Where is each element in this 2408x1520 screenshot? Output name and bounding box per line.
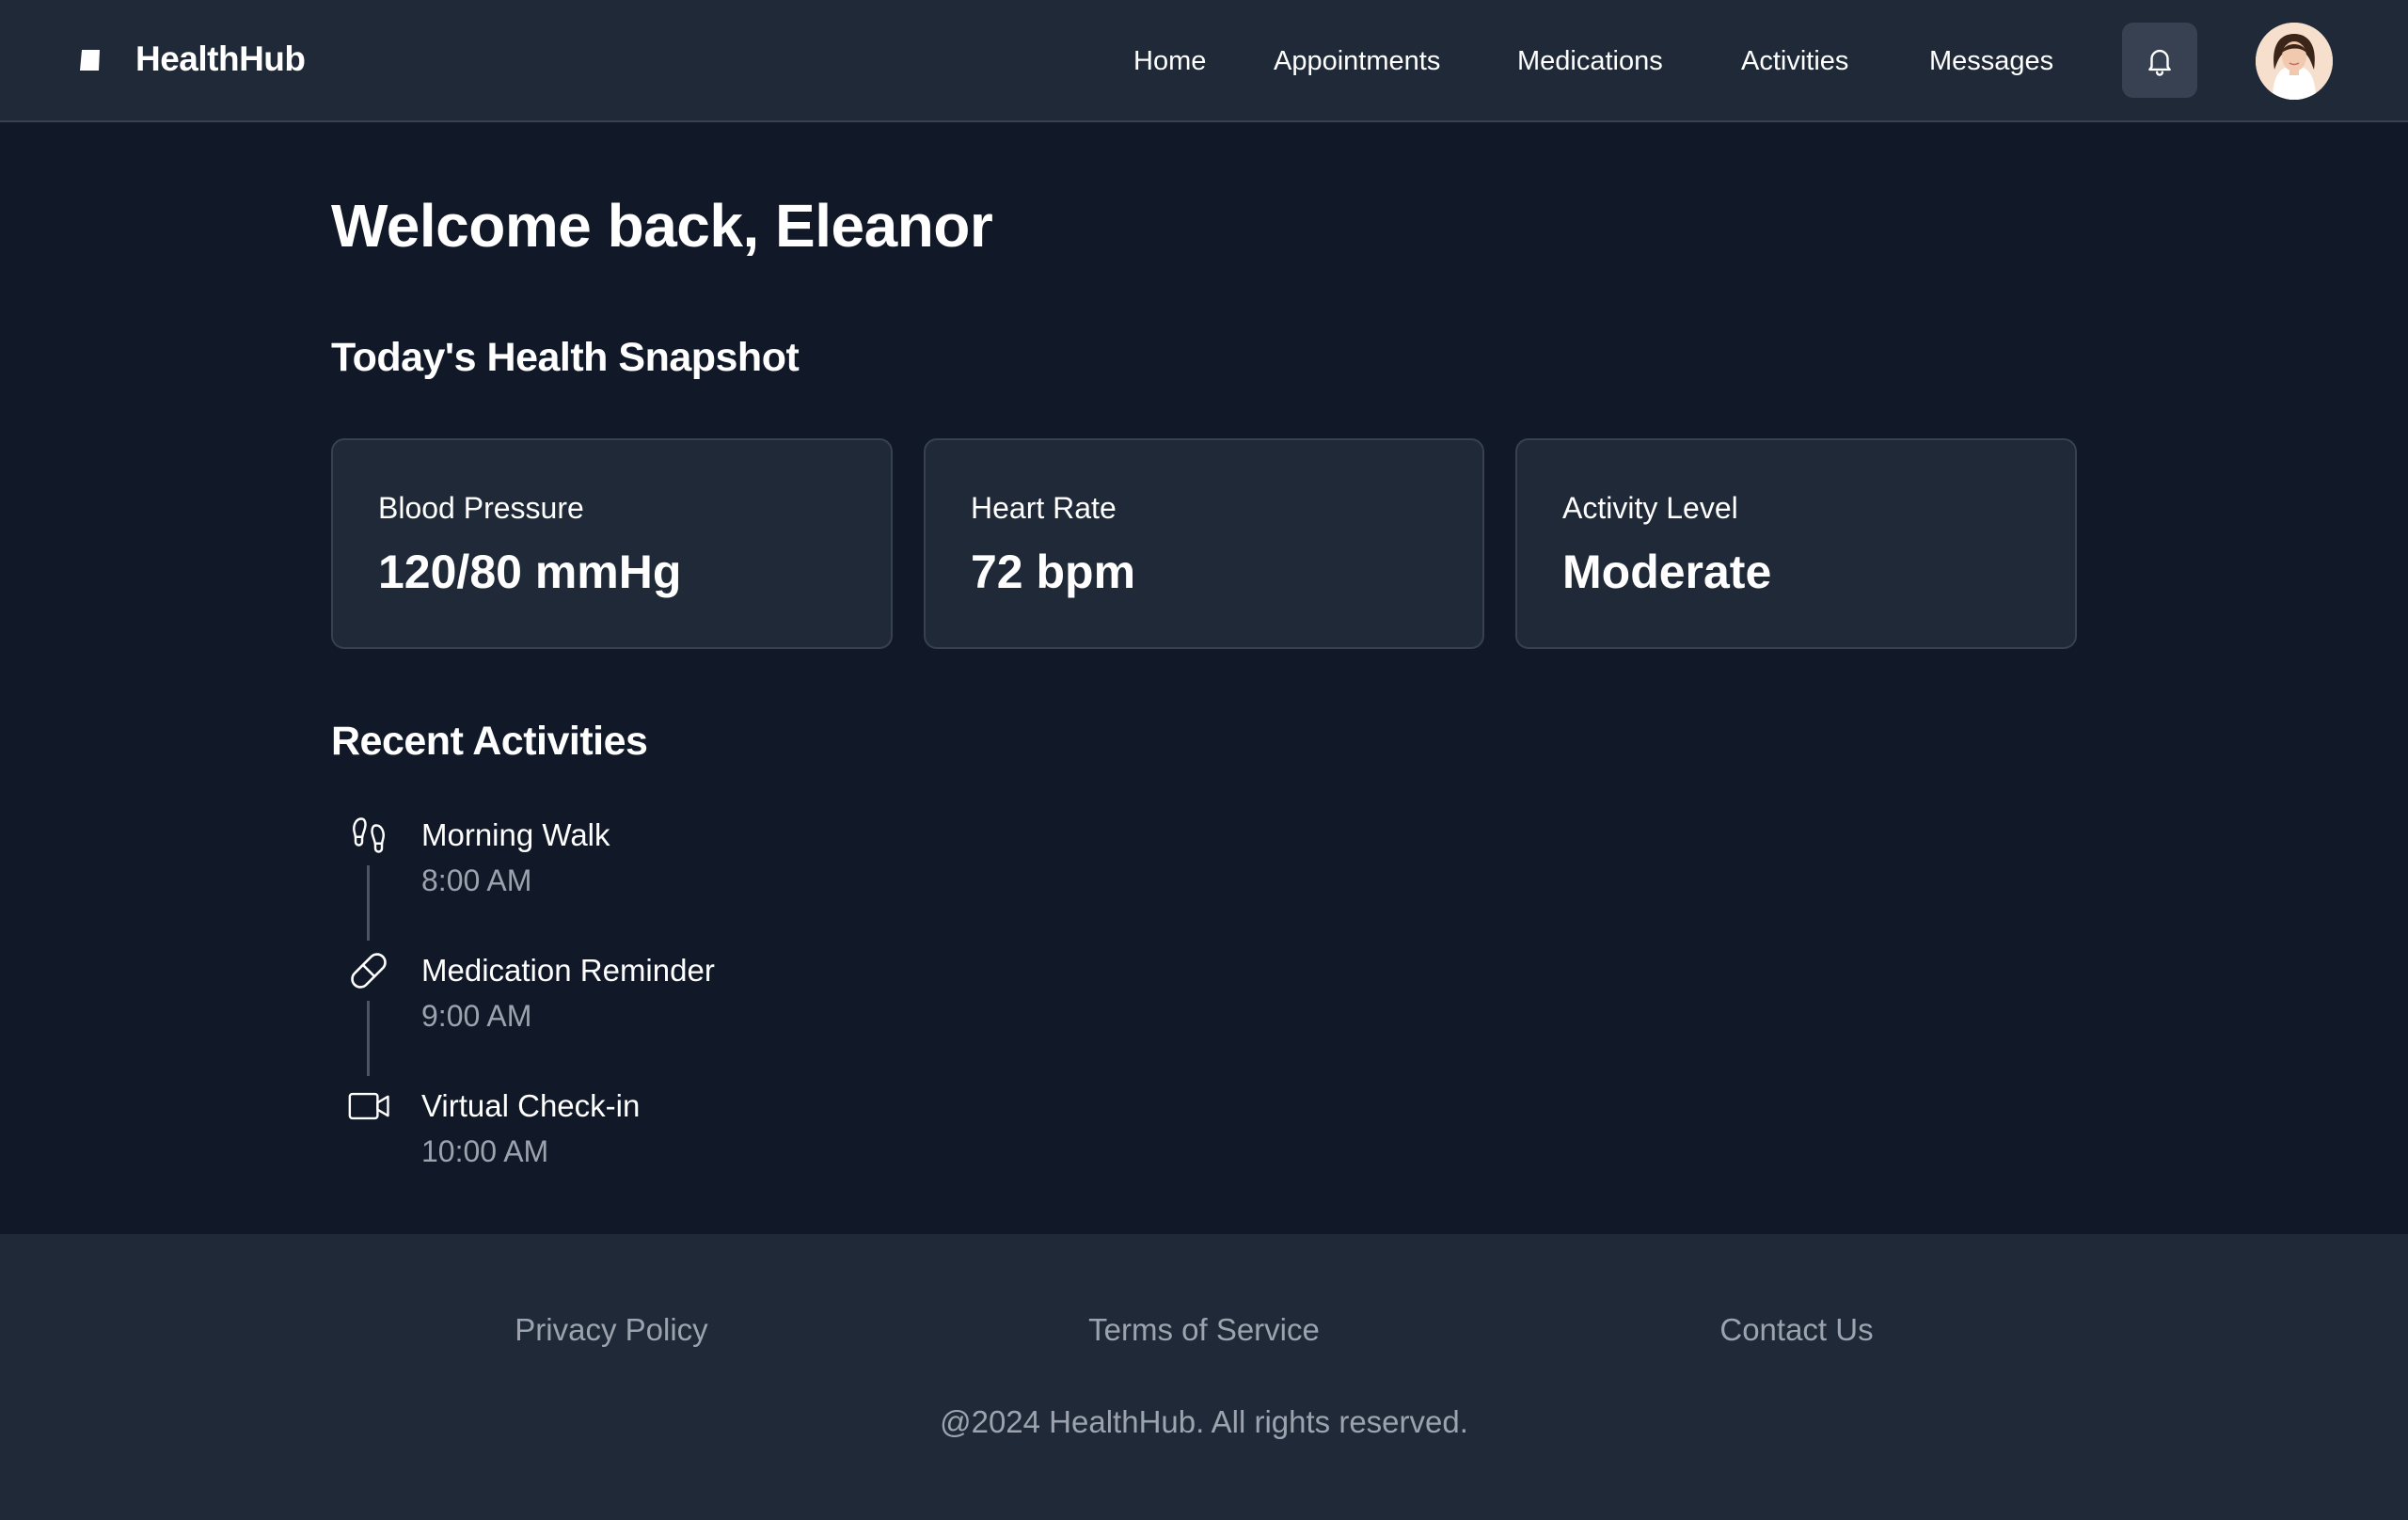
card-label: Heart Rate [971,491,1117,525]
activity-time: 10:00 AM [421,1134,549,1168]
top-navbar: HealthHub Home Appointments Medications … [0,0,2408,122]
timeline-connector [367,1001,370,1076]
copyright-text: @2024 HealthHub. All rights reserved. [940,1404,1468,1439]
snapshot-heading: Today's Health Snapshot [331,335,800,380]
pill-icon [346,948,391,993]
welcome-heading: Welcome back, Eleanor [331,192,993,260]
brand-name[interactable]: HealthHub [135,36,306,83]
footprints-icon [346,813,391,858]
book-icon [80,50,100,71]
nav-appointments[interactable]: Appointments [1274,38,1440,85]
bell-icon [2148,49,2171,76]
card-label: Activity Level [1562,491,1738,525]
video-icon [348,1084,393,1129]
nav-activities[interactable]: Activities [1741,38,1848,85]
nav-messages[interactable]: Messages [1929,38,2053,85]
timeline-connector [367,865,370,941]
activity-level-card: Activity Level Moderate [1515,438,2077,649]
avatar-image [2256,23,2333,100]
heart-rate-card: Heart Rate 72 bpm [924,438,1484,649]
privacy-policy-link[interactable]: Privacy Policy [376,1309,847,1351]
terms-of-service-link[interactable]: Terms of Service [969,1309,1439,1351]
nav-medications[interactable]: Medications [1517,38,1663,85]
activity-title: Virtual Check-in [421,1088,641,1123]
activity-title: Morning Walk [421,817,610,852]
blood-pressure-card: Blood Pressure 120/80 mmHg [331,438,893,649]
activity-title: Medication Reminder [421,953,715,988]
notifications-button[interactable] [2122,23,2197,98]
card-value: Moderate [1562,546,1772,598]
card-label: Blood Pressure [378,491,584,525]
activity-time: 8:00 AM [421,863,532,897]
nav-home[interactable]: Home [1133,38,1206,85]
contact-us-link[interactable]: Contact Us [1561,1309,2032,1351]
recent-activities-heading: Recent Activities [331,719,648,764]
user-avatar[interactable] [2256,23,2333,100]
card-value: 120/80 mmHg [378,546,682,598]
activity-time: 9:00 AM [421,999,532,1033]
footer: Privacy Policy Terms of Service Contact … [0,1234,2408,1520]
card-value: 72 bpm [971,546,1136,598]
